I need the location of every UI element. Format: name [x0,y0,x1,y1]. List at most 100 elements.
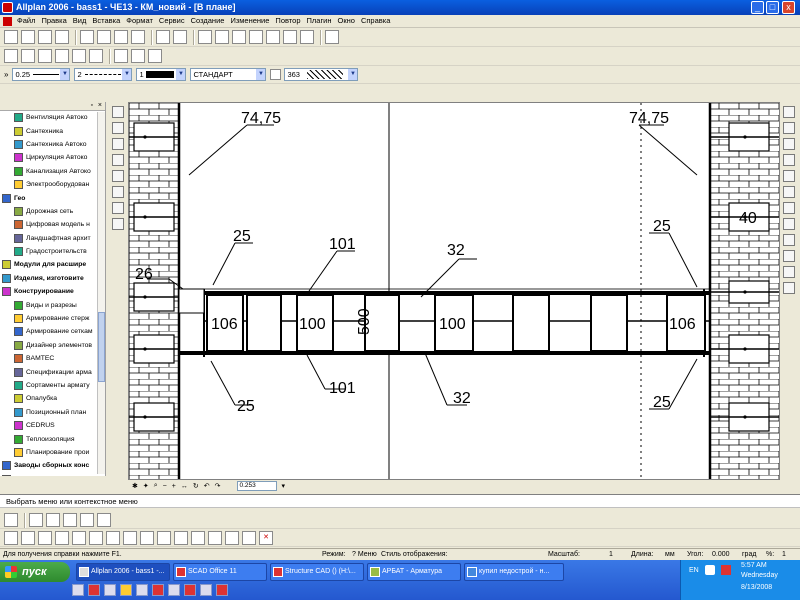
quicklaunch-icon[interactable] [200,584,212,596]
tree-item[interactable]: Ландшафтная архит [0,232,105,245]
rectangle-icon[interactable] [208,531,222,545]
tree-item[interactable]: Виды и разрезы [0,298,105,311]
plane-icon[interactable] [4,49,18,63]
menu-create[interactable]: Создание [188,15,228,27]
extend-icon[interactable] [55,531,69,545]
menu-insert[interactable]: Вставка [89,15,123,27]
tree-item[interactable]: Дизайнер элементов [0,339,105,352]
quicklaunch-icon[interactable] [136,584,148,596]
zoom-scale-input[interactable]: 0.253 [237,481,278,491]
lines-icon[interactable] [112,122,124,134]
crosshair-icon[interactable]: ✱ [132,482,138,490]
title-bar[interactable]: Allplan 2006 - bass1 - ЧЕ13 - КМ_новий -… [0,0,800,15]
move-icon[interactable] [106,531,120,545]
quicklaunch-icon[interactable] [120,584,132,596]
pen-thickness-select[interactable]: 0.25 ▼ [12,68,71,81]
select-icon[interactable] [148,49,162,63]
tree-item[interactable]: CEDRUS [0,419,105,432]
menu-edit[interactable]: Правка [38,15,69,27]
tree-item[interactable]: Армирование стерж [0,312,105,325]
tree-category[interactable]: Гео [0,191,105,204]
drawing-canvas[interactable]: 74,75 74,75 25 101 32 25 26 40 106 100 1… [128,102,780,480]
stretch-icon[interactable] [21,531,35,545]
cut-icon[interactable] [80,30,94,44]
panel-scrollbar[interactable] [97,112,105,474]
open-file-icon[interactable] [21,30,35,44]
minimize-button[interactable]: _ [751,1,764,14]
tree-item[interactable]: Позиционный план [0,406,105,419]
table-icon[interactable] [112,202,124,214]
menu-tools[interactable]: Сервис [156,15,188,27]
quicklaunch-icon[interactable] [72,584,84,596]
tree-item[interactable]: Теплоизоляция [0,432,105,445]
scale-icon[interactable] [140,531,154,545]
line-type-select[interactable]: 2 ▼ [74,68,133,81]
layer-icon[interactable] [198,30,212,44]
zoom-in-icon[interactable]: + [172,483,176,490]
tree-category[interactable]: Изделия, изготовите [0,272,105,285]
help-pointer-icon[interactable] [325,30,339,44]
hide-icon[interactable] [783,218,795,230]
tree-item[interactable]: Вентиляция Автоко [0,111,105,124]
zoom-dropdown-icon[interactable]: ▾ [281,482,285,490]
arrows-icon[interactable]: ↔ [181,483,188,490]
measure-icon[interactable] [114,49,128,63]
export-icon[interactable] [783,250,795,262]
window-icon[interactable] [89,49,103,63]
axis-icon[interactable] [29,513,43,527]
ungroup-icon[interactable] [242,531,256,545]
track-icon[interactable] [72,49,86,63]
regen-icon[interactable]: ↻ [193,482,199,490]
chevron-icon[interactable]: » [4,70,8,79]
quicklaunch-icon[interactable] [104,584,116,596]
tree-item[interactable]: Армирование сеткам [0,325,105,338]
quicklaunch-icon[interactable] [88,584,100,596]
mirror-icon[interactable] [89,531,103,545]
tool-icon[interactable] [4,513,18,527]
zoom-all-icon[interactable] [783,138,795,150]
task-scad[interactable]: SCAD Office 11 [173,563,267,581]
panel-restore-icon[interactable]: ▫ [91,102,93,109]
clock-time[interactable]: 5:57 AM [741,562,767,569]
next-view-icon[interactable]: ↷ [215,482,221,490]
modify-icon[interactable] [4,531,18,545]
tree-item[interactable]: Сантехника Автоко [0,138,105,151]
close-button[interactable]: x [782,1,795,14]
save-icon[interactable] [38,30,52,44]
quicklaunch-icon[interactable] [216,584,228,596]
snap-icon[interactable] [215,30,229,44]
menu-modify[interactable]: Изменение [227,15,272,27]
layer-settings-icon[interactable] [270,69,282,80]
color-select[interactable]: 1 ▼ [136,68,187,81]
tree-item[interactable]: Циркуляция Автоко [0,151,105,164]
grid-icon[interactable] [38,49,52,63]
tree-item[interactable]: Сортаменты армату [0,379,105,392]
paste-icon[interactable] [114,30,128,44]
delete-icon[interactable]: ✕ [259,531,273,545]
undo-icon[interactable] [156,30,170,44]
new-file-icon[interactable] [4,30,18,44]
quicklaunch-icon[interactable] [184,584,196,596]
tree-item[interactable]: Сантехника [0,124,105,137]
group-icon[interactable] [225,531,239,545]
trim-icon[interactable] [38,531,52,545]
task-allplan[interactable]: Allplan 2006 - bass1 -... [76,563,170,581]
snap-point-icon[interactable] [21,49,35,63]
tree-item[interactable]: Цифровая модель н [0,218,105,231]
tree-item[interactable]: Канализация Автоко [0,165,105,178]
redo-icon[interactable] [173,30,187,44]
view-icon[interactable] [783,202,795,214]
help-tray-icon[interactable] [705,565,715,575]
tree-category[interactable]: Конструирование [0,285,105,298]
tree-item[interactable]: Градостроительств [0,245,105,258]
language-indicator[interactable]: EN [689,567,699,574]
scroll-thumb[interactable] [98,312,105,382]
copy-objects-icon[interactable] [112,170,124,182]
array-icon[interactable] [191,531,205,545]
close-view-icon[interactable] [783,282,795,294]
print-icon[interactable] [55,30,69,44]
tree-item[interactable]: Планирование прои [0,446,105,459]
tree-item[interactable]: Спецификации арма [0,365,105,378]
pen-icon[interactable] [112,154,124,166]
tree-item[interactable]: Электрооборудован [0,178,105,191]
